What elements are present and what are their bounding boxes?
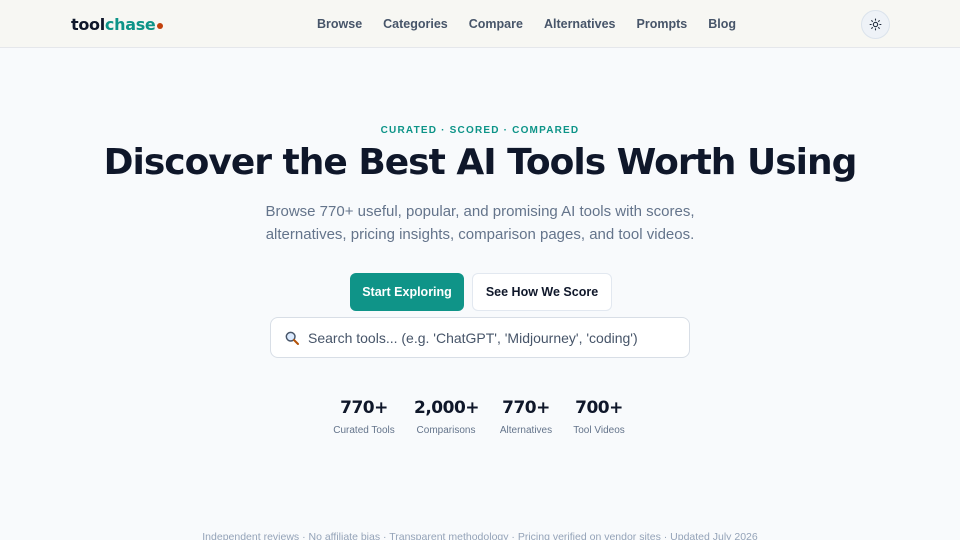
stat-value: 770+ — [340, 398, 388, 418]
site-logo[interactable]: tool chase — [71, 14, 164, 34]
stat-value: 700+ — [575, 398, 623, 418]
hero-title: Discover the Best AI Tools Worth Using — [103, 142, 858, 183]
stat-label: Comparisons — [416, 425, 476, 436]
hero-eyebrow: CURATED · SCORED · COMPARED — [380, 125, 580, 136]
nav-alternatives[interactable]: Alternatives — [544, 16, 616, 32]
top-header: tool chase Browse Categories Compare Alte… — [0, 0, 960, 48]
logo-text-tool: tool — [71, 14, 105, 34]
logo-dot — [157, 23, 164, 29]
nav-blog[interactable]: Blog — [708, 16, 736, 32]
see-how-we-score-button[interactable]: See How We Score — [472, 273, 612, 311]
trust-footer-note: Independent reviews · No affiliate bias … — [202, 531, 758, 540]
sun-icon — [869, 18, 882, 31]
logo-text-chase: chase — [104, 14, 156, 34]
stats-row: 770+ Curated Tools 2,000+ Comparisons 77… — [0, 397, 960, 436]
theme-toggle-button[interactable] — [861, 10, 890, 39]
nav-compare[interactable]: Compare — [469, 16, 523, 32]
search-box[interactable] — [270, 317, 690, 358]
hero-subtitle-line1: Browse 770+ useful, popular, and promisi… — [265, 203, 695, 220]
nav-categories[interactable]: Categories — [383, 16, 448, 32]
nav-prompts[interactable]: Prompts — [637, 16, 688, 32]
nav-browse[interactable]: Browse — [317, 16, 362, 32]
start-exploring-button[interactable]: Start Exploring — [350, 273, 464, 311]
hero-subtitle-line2: alternatives, pricing insights, comparis… — [265, 225, 695, 243]
main-nav: Browse Categories Compare Alternatives P… — [317, 16, 736, 32]
stat-value: 770+ — [502, 398, 550, 418]
stat-label: Curated Tools — [333, 425, 395, 436]
stat-curated-tools: 770+ Curated Tools — [332, 397, 396, 436]
stat-label: Alternatives — [499, 425, 553, 436]
search-input[interactable] — [308, 329, 668, 346]
stat-tool-videos: 700+ Tool Videos — [570, 397, 628, 436]
stat-comparisons: 2,000+ Comparisons — [414, 397, 480, 436]
magnifier-icon — [285, 331, 299, 345]
hero-subtitle: Browse 770+ useful, popular, and promisi… — [240, 201, 720, 246]
stat-alternatives: 770+ Alternatives — [494, 397, 558, 436]
stat-label: Tool Videos — [573, 425, 625, 436]
stat-value: 2,000+ — [414, 398, 480, 418]
